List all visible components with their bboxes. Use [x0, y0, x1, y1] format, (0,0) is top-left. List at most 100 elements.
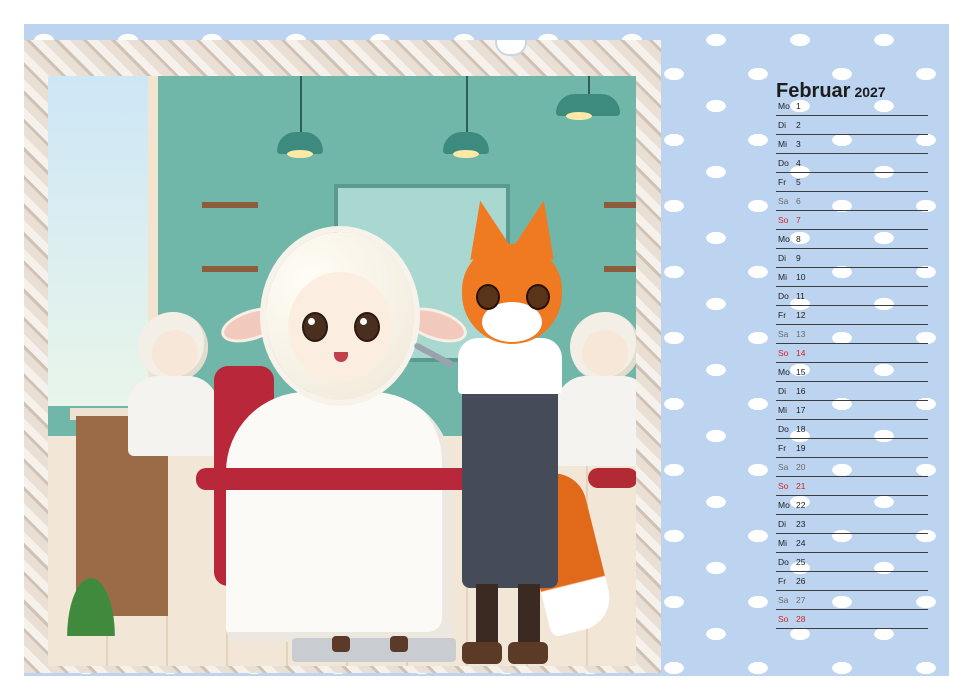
day-number: 25: [796, 557, 806, 567]
calendar-day-row: Sa 27: [776, 591, 928, 610]
weekday-label: Di: [778, 519, 787, 529]
calendar-day-row: Do 4: [776, 154, 928, 173]
day-number: 4: [796, 158, 801, 168]
day-number: 21: [796, 481, 806, 491]
weekday-label: Mi: [778, 139, 787, 149]
day-number: 18: [796, 424, 806, 434]
calendar-day-row: So 21: [776, 477, 928, 496]
potted-plant: [54, 546, 128, 636]
weekday-label: Fr: [778, 310, 787, 320]
calendar-day-row: Sa 13: [776, 325, 928, 344]
calendar-day-row: Mi 24: [776, 534, 928, 553]
calendar-day-row: Do 25: [776, 553, 928, 572]
calendar-day-row: Di 23: [776, 515, 928, 534]
day-number: 1: [796, 101, 801, 111]
calendar-day-row: Fr 12: [776, 306, 928, 325]
lamb-eye: [302, 312, 328, 342]
weekday-label: Mo: [778, 234, 790, 244]
day-number: 15: [796, 367, 806, 377]
day-number: 20: [796, 462, 806, 472]
day-number: 24: [796, 538, 806, 548]
calendar-day-row: So 7: [776, 211, 928, 230]
fox-boot: [462, 642, 502, 664]
weekday-label: Do: [778, 424, 789, 434]
calendar-day-row: Fr 26: [776, 572, 928, 591]
day-number: 6: [796, 196, 801, 206]
weekday-label: Mi: [778, 538, 787, 548]
weekday-label: So: [778, 348, 789, 358]
weekday-label: Fr: [778, 576, 787, 586]
day-number: 10: [796, 272, 806, 282]
photo-frame: [24, 40, 661, 673]
day-number: 17: [796, 405, 806, 415]
calendar-day-row: Mo 22: [776, 496, 928, 515]
day-number: 16: [796, 386, 806, 396]
fox-boot: [508, 642, 548, 664]
day-number: 26: [796, 576, 806, 586]
calendar-day-row: Mi 3: [776, 135, 928, 154]
weekday-label: Do: [778, 291, 789, 301]
weekday-label: Sa: [778, 595, 789, 605]
weekday-label: Sa: [778, 196, 789, 206]
lamb-hoof: [332, 636, 350, 652]
fox-eye: [476, 284, 500, 310]
weekday-label: Mi: [778, 272, 787, 282]
weekday-label: Mo: [778, 367, 790, 377]
wall-shelf: [604, 202, 636, 208]
lamp-cord: [588, 76, 590, 96]
ceiling-lamp: [443, 132, 489, 158]
fox-eye: [526, 284, 550, 310]
weekday-label: Sa: [778, 462, 789, 472]
lamb-hoof: [390, 636, 408, 652]
day-number: 2: [796, 120, 801, 130]
day-number: 12: [796, 310, 806, 320]
calendar-day-row: Mo 1: [776, 97, 928, 116]
weekday-label: Fr: [778, 177, 787, 187]
day-number: 27: [796, 595, 806, 605]
wall-shelf: [604, 266, 636, 272]
weekday-label: Mo: [778, 500, 790, 510]
salon-illustration: [48, 76, 636, 666]
calendar-day-row: Mi 17: [776, 401, 928, 420]
day-number: 3: [796, 139, 801, 149]
day-number: 22: [796, 500, 806, 510]
weekday-label: Do: [778, 557, 789, 567]
calendar-day-row: Sa 20: [776, 458, 928, 477]
wall-shelf: [202, 266, 258, 272]
day-number: 28: [796, 614, 806, 624]
wall-shelf: [202, 202, 258, 208]
weekday-label: Do: [778, 158, 789, 168]
day-number: 11: [796, 291, 805, 301]
barber-chair-base: [292, 638, 456, 662]
weekday-label: Di: [778, 386, 787, 396]
weekday-label: Fr: [778, 443, 787, 453]
calendar-day-list: Mo 1 Di 2 Mi 3 Do 4 Fr 5 Sa 6 So 7 Mo 8 Di 9 Mi 10 Do 11 Fr 12 S…: [776, 97, 928, 629]
fox-shirt: [458, 338, 562, 394]
calendar-day-row: Mi 10: [776, 268, 928, 287]
calendar-day-row: Sa 6: [776, 192, 928, 211]
weekday-label: Mo: [778, 101, 790, 111]
day-number: 9: [796, 253, 801, 263]
day-number: 8: [796, 234, 801, 244]
lamb-eye: [354, 312, 380, 342]
calendar-day-row: Fr 19: [776, 439, 928, 458]
calendar-day-row: Di 9: [776, 249, 928, 268]
day-number: 19: [796, 443, 806, 453]
ceiling-lamp: [556, 94, 620, 120]
lamb-cape: [226, 392, 452, 642]
weekday-label: So: [778, 614, 789, 624]
weekday-label: Di: [778, 120, 787, 130]
calendar-day-row: Do 11: [776, 287, 928, 306]
calendar-day-row: So 28: [776, 610, 928, 629]
calendar-day-row: Di 2: [776, 116, 928, 135]
weekday-label: Mi: [778, 405, 787, 415]
day-number: 13: [796, 329, 806, 339]
calendar-day-row: So 14: [776, 344, 928, 363]
calendar-day-row: Fr 5: [776, 173, 928, 192]
lamp-cord: [300, 76, 302, 134]
calendar-day-row: Mo 15: [776, 363, 928, 382]
weekday-label: Sa: [778, 329, 789, 339]
calendar-day-row: Di 16: [776, 382, 928, 401]
calendar-day-row: Do 18: [776, 420, 928, 439]
day-number: 5: [796, 177, 801, 187]
